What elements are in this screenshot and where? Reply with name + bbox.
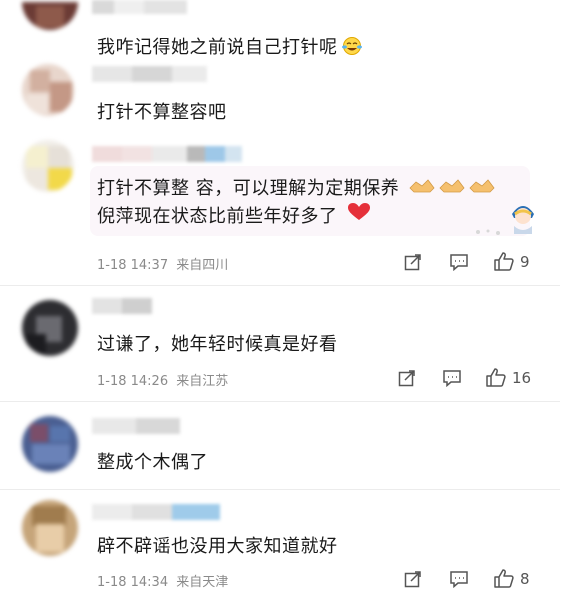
comment-button[interactable] xyxy=(449,253,469,271)
bubble-decoration-girl-icon xyxy=(506,198,540,240)
comment-icon xyxy=(450,254,468,271)
share-icon xyxy=(398,370,415,387)
avatar[interactable] xyxy=(22,140,74,192)
timestamp: 1-18 14:34 xyxy=(97,575,169,590)
username[interactable] xyxy=(92,504,220,520)
comment-text: 辟不辟谣也没用大家知道就好 xyxy=(97,536,338,557)
laugh-cry-emoji-icon xyxy=(341,36,363,61)
like-button[interactable]: 16 xyxy=(485,367,531,388)
like-count: 9 xyxy=(520,252,530,271)
comment-button[interactable] xyxy=(442,369,462,387)
comment-icon xyxy=(443,370,461,387)
avatar[interactable] xyxy=(22,64,74,116)
avatar[interactable] xyxy=(22,300,78,356)
comment-meta: 1-18 14:26 来自江苏 xyxy=(97,370,228,389)
like-count: 8 xyxy=(520,569,530,588)
timestamp: 1-18 14:37 xyxy=(97,258,169,273)
red-heart-icon xyxy=(341,203,371,227)
comment-text: 我咋记得她之前说自己打针呢 xyxy=(97,33,363,61)
share-button[interactable] xyxy=(404,570,422,588)
comment-text-line-1: 打针不算整 容，可以理解为定期保养 xyxy=(97,174,498,200)
comment-icon xyxy=(450,571,468,588)
divider xyxy=(0,285,560,286)
username[interactable] xyxy=(92,66,207,82)
comment-text: 过谦了，她年轻时候真是好看 xyxy=(97,334,338,355)
sparkle-decoration-icon xyxy=(474,222,504,241)
share-icon xyxy=(404,254,421,271)
thumbs-up-icon xyxy=(494,569,514,588)
like-count: 16 xyxy=(512,368,532,387)
share-button[interactable] xyxy=(398,369,416,387)
divider xyxy=(0,489,560,490)
comment-text: 打针不算整容吧 xyxy=(97,102,227,123)
share-icon xyxy=(404,571,421,588)
location: 来自天津 xyxy=(176,575,229,590)
comment-text-line-2: 倪萍现在状态比前些年好多了 xyxy=(97,202,371,228)
timestamp: 1-18 14:26 xyxy=(97,374,169,389)
username[interactable] xyxy=(92,0,187,14)
divider xyxy=(0,401,560,402)
share-button[interactable] xyxy=(404,253,422,271)
comment-text: 整成个木偶了 xyxy=(97,452,208,473)
comment-meta: 1-18 14:37 来自四川 xyxy=(97,254,228,273)
comment-button[interactable] xyxy=(449,570,469,588)
avatar[interactable] xyxy=(22,416,78,472)
location: 来自四川 xyxy=(176,258,229,273)
username[interactable] xyxy=(92,418,180,434)
username[interactable] xyxy=(92,146,242,162)
thumbs-up-icon xyxy=(486,368,506,387)
like-button[interactable]: 8 xyxy=(493,568,530,589)
username[interactable] xyxy=(92,298,152,314)
thumbs-up-icon xyxy=(494,252,514,271)
avatar[interactable] xyxy=(22,2,78,30)
location: 来自江苏 xyxy=(176,374,229,389)
comment-meta: 1-18 14:34 来自天津 xyxy=(97,571,228,590)
fist-bump-emoji-icon xyxy=(402,178,498,199)
avatar[interactable] xyxy=(22,500,78,556)
like-button[interactable]: 9 xyxy=(493,251,530,272)
